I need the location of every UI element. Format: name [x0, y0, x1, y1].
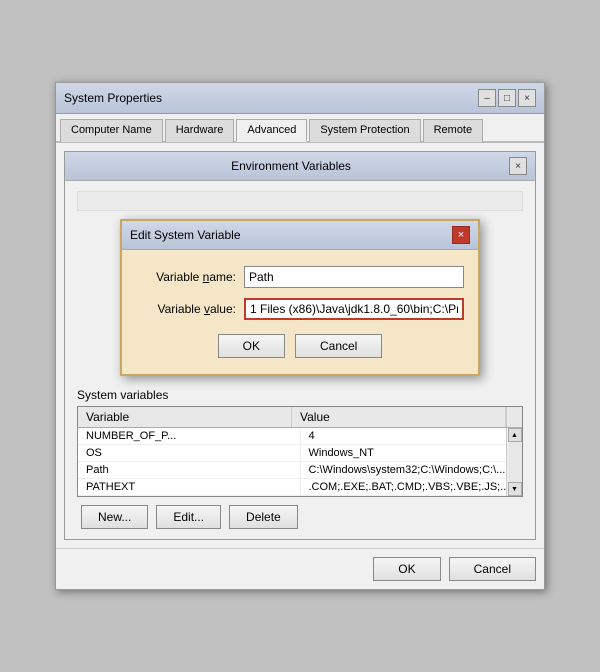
minimize-button[interactable]: – — [478, 89, 496, 107]
scroll-down-button[interactable]: ▼ — [508, 482, 522, 496]
variable-value-input[interactable] — [244, 298, 464, 320]
tabs-row: Computer Name Hardware Advanced System P… — [56, 114, 544, 143]
column-header-variable: Variable — [78, 407, 292, 427]
env-content: Edit System Variable × Variable name: — [65, 181, 535, 539]
delete-variable-button[interactable]: Delete — [229, 505, 298, 529]
titlebar-buttons: – □ × — [478, 89, 536, 107]
table-row[interactable]: OS Windows_NT — [78, 445, 522, 462]
edit-dialog-buttons: OK Cancel — [136, 334, 464, 358]
tab-remote[interactable]: Remote — [423, 119, 484, 142]
variable-value-label: Variable value: — [136, 302, 236, 316]
tab-hardware[interactable]: Hardware — [165, 119, 235, 142]
table-row[interactable]: Path C:\Windows\system32;C:\Windows;C:\.… — [78, 462, 522, 479]
env-titlebar: Environment Variables × — [65, 152, 535, 181]
maximize-button[interactable]: □ — [498, 89, 516, 107]
edit-dialog-ok-button[interactable]: OK — [218, 334, 285, 358]
edit-dialog-close-button[interactable]: × — [452, 226, 470, 244]
tab-advanced[interactable]: Advanced — [236, 119, 307, 142]
env-title: Environment Variables — [73, 159, 509, 173]
main-bottom-buttons: OK Cancel — [56, 548, 544, 589]
edit-dialog-body: Variable name: Variable value: — [122, 250, 478, 374]
main-content: Environment Variables × Edit System Vari… — [56, 143, 544, 548]
system-variables-buttons: New... Edit... Delete — [77, 505, 523, 529]
table-row[interactable]: PATHEXT .COM;.EXE;.BAT;.CMD;.VBS;.VBE;.J… — [78, 479, 522, 496]
scrollbar[interactable]: ▲ ▼ — [506, 428, 522, 496]
table-cell-variable: OS — [78, 445, 301, 461]
edit-dialog-cancel-button[interactable]: Cancel — [295, 334, 382, 358]
table-cell-variable: NUMBER_OF_P... — [78, 428, 301, 444]
close-window-button[interactable]: × — [518, 89, 536, 107]
system-variables-label: System variables — [77, 388, 523, 402]
env-close-button[interactable]: × — [509, 157, 527, 175]
table-row[interactable]: NUMBER_OF_P... 4 — [78, 428, 522, 445]
new-variable-button[interactable]: New... — [81, 505, 148, 529]
tab-system-protection[interactable]: System Protection — [309, 119, 420, 142]
main-cancel-button[interactable]: Cancel — [449, 557, 536, 581]
tab-computer-name[interactable]: Computer Name — [60, 119, 163, 142]
edit-system-variable-dialog: Edit System Variable × Variable name: — [120, 219, 480, 376]
system-variables-section: System variables Variable Value NUMBER_O… — [77, 388, 523, 529]
system-properties-window: System Properties – □ × Computer Name Ha… — [55, 82, 545, 590]
scroll-spacer — [506, 407, 522, 427]
window-titlebar: System Properties – □ × — [56, 83, 544, 114]
table-cell-value: Windows_NT — [301, 445, 523, 461]
window-title: System Properties — [64, 91, 162, 105]
variable-name-input[interactable] — [244, 266, 464, 288]
table-cell-variable: PATHEXT — [78, 479, 301, 495]
user-variables-placeholder — [77, 191, 523, 211]
variable-value-row: Variable value: — [136, 298, 464, 320]
table-cell-variable: Path — [78, 462, 301, 478]
edit-variable-button[interactable]: Edit... — [156, 505, 221, 529]
system-variables-table: Variable Value NUMBER_OF_P... 4 OS W — [77, 406, 523, 497]
table-header: Variable Value — [78, 407, 522, 428]
table-cell-value: 4 — [301, 428, 523, 444]
variable-name-label: Variable name: — [136, 270, 236, 284]
edit-dialog-titlebar: Edit System Variable × — [122, 221, 478, 250]
edit-dialog-title: Edit System Variable — [130, 228, 241, 242]
column-header-value: Value — [292, 407, 506, 427]
variable-name-row: Variable name: — [136, 266, 464, 288]
table-cell-value: .COM;.EXE;.BAT;.CMD;.VBS;.VBE;.JS;.... — [301, 479, 523, 495]
scroll-up-button[interactable]: ▲ — [508, 428, 522, 442]
table-cell-value: C:\Windows\system32;C:\Windows;C:\... — [301, 462, 523, 478]
table-body[interactable]: NUMBER_OF_P... 4 OS Windows_NT Path C:\W… — [78, 428, 522, 496]
scroll-track — [508, 442, 522, 482]
environment-variables-window: Environment Variables × Edit System Vari… — [64, 151, 536, 540]
main-ok-button[interactable]: OK — [373, 557, 440, 581]
